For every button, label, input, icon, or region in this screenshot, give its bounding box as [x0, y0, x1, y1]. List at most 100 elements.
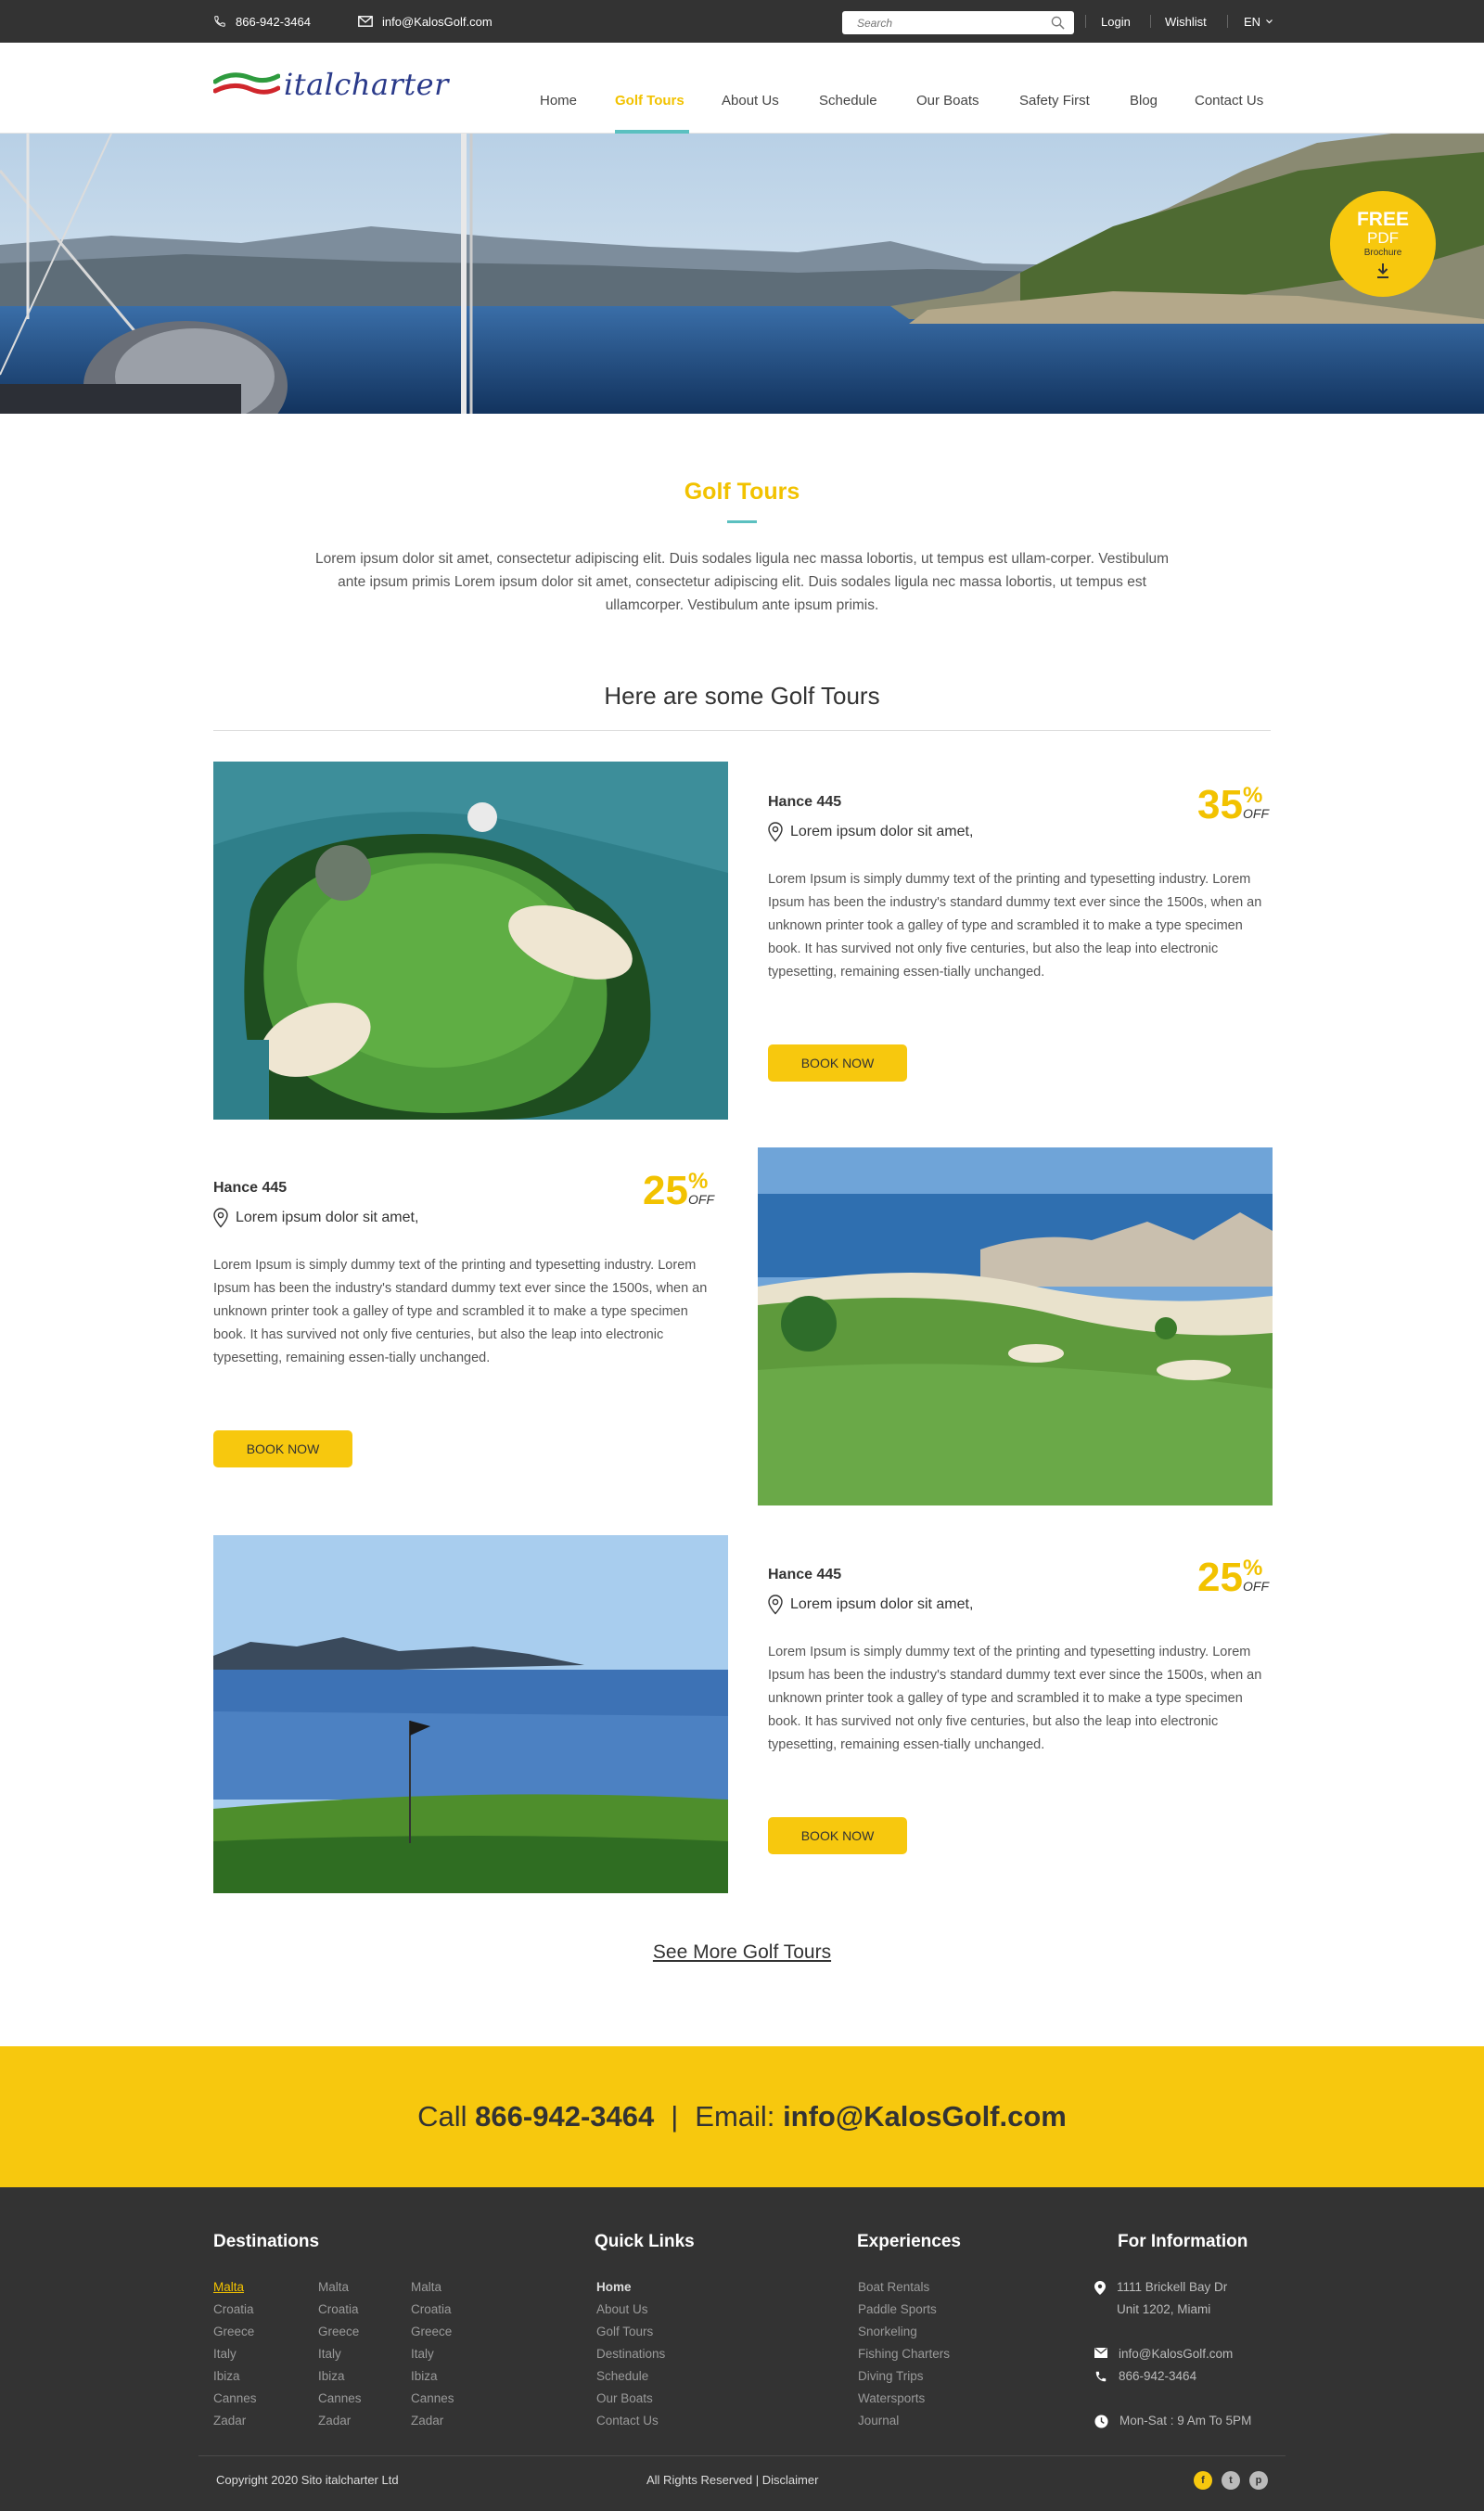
callband-separator: | — [671, 2100, 679, 2133]
book-now-button[interactable]: BOOK NOW — [768, 1817, 907, 1854]
download-icon — [1377, 263, 1388, 278]
chevron-down-icon — [1266, 19, 1273, 23]
nav-blog[interactable]: Blog — [1130, 93, 1158, 109]
destination-link[interactable]: Zadar — [318, 2410, 362, 2432]
destination-link[interactable]: Greece — [213, 2321, 257, 2343]
twitter-icon[interactable]: t — [1222, 2471, 1240, 2490]
language-select[interactable]: EN — [1244, 0, 1273, 43]
nav-golf-tours[interactable]: Golf Tours — [615, 93, 684, 109]
book-now-button[interactable]: BOOK NOW — [768, 1044, 907, 1082]
destination-link[interactable]: Malta — [213, 2276, 257, 2299]
tour-image-1[interactable] — [213, 762, 728, 1120]
wishlist-link[interactable]: Wishlist — [1165, 0, 1207, 43]
experiences-list: Boat Rentals Paddle Sports Snorkeling Fi… — [858, 2276, 950, 2432]
nav-schedule[interactable]: Schedule — [819, 93, 877, 109]
brochure-label: Brochure — [1363, 247, 1402, 258]
topbar-email[interactable]: info@KalosGolf.com — [358, 0, 493, 43]
experience-link[interactable]: Fishing Charters — [858, 2343, 950, 2365]
tour-description: Lorem Ipsum is simply dummy text of the … — [768, 1645, 1262, 1752]
destination-link[interactable]: Cannes — [318, 2388, 362, 2410]
address-line-2: Unit 1202, Miami — [1117, 2302, 1211, 2316]
nav-safety-first[interactable]: Safety First — [1019, 93, 1090, 109]
copyright-text: Copyright 2020 Sito italcharter Ltd — [216, 2473, 399, 2487]
nav-contact-us[interactable]: Contact Us — [1195, 93, 1263, 109]
hero-banner: FREE PDF Brochure — [0, 134, 1484, 414]
search-input[interactable] — [857, 16, 1051, 30]
callband-email[interactable]: info@KalosGolf.com — [783, 2100, 1067, 2133]
free-brochure-badge[interactable]: FREE PDF Brochure — [1330, 191, 1436, 297]
golf-course-coast-image — [758, 1147, 1273, 1505]
experience-link[interactable]: Paddle Sports — [858, 2299, 950, 2321]
quick-link[interactable]: About Us — [596, 2299, 665, 2321]
destination-link[interactable]: Malta — [318, 2276, 362, 2299]
see-more-link[interactable]: See More Golf Tours — [653, 1941, 831, 1963]
destination-link[interactable]: Italy — [318, 2343, 362, 2365]
location-icon — [1094, 2281, 1106, 2295]
experience-link[interactable]: Diving Trips — [858, 2365, 950, 2388]
destination-link[interactable]: Greece — [318, 2321, 362, 2343]
experience-link[interactable]: Snorkeling — [858, 2321, 950, 2343]
tour-description: Lorem Ipsum is simply dummy text of the … — [768, 872, 1262, 980]
nav-our-boats[interactable]: Our Boats — [916, 93, 979, 109]
hero-image — [0, 134, 1484, 414]
experience-link[interactable]: Watersports — [858, 2388, 950, 2410]
topbar-phone[interactable]: 866-942-3464 — [213, 0, 311, 43]
mail-icon — [358, 16, 373, 27]
tours-heading: Here are some Golf Tours — [604, 682, 880, 710]
quick-link[interactable]: Destinations — [596, 2343, 665, 2365]
discount-value: 35 — [1197, 782, 1243, 827]
quick-link[interactable]: Schedule — [596, 2365, 665, 2388]
call-phone[interactable]: 866-942-3464 — [475, 2100, 654, 2133]
discount-percent: % — [1243, 783, 1263, 808]
footer-divider — [198, 2455, 1286, 2456]
destination-link[interactable]: Zadar — [411, 2410, 454, 2432]
footer-email[interactable]: info@KalosGolf.com — [1119, 2343, 1233, 2365]
destination-link[interactable]: Cannes — [213, 2388, 257, 2410]
footer-experiences-title: Experiences — [857, 2232, 961, 2251]
logo[interactable]: italcharter — [213, 67, 449, 102]
facebook-icon[interactable]: f — [1194, 2471, 1212, 2490]
quick-link[interactable]: Home — [596, 2276, 665, 2299]
topbar-email-text: info@KalosGolf.com — [382, 14, 493, 29]
destination-link[interactable]: Malta — [411, 2276, 454, 2299]
destination-link[interactable]: Ibiza — [213, 2365, 257, 2388]
tour-image-3[interactable] — [213, 1535, 728, 1893]
language-label: EN — [1244, 14, 1261, 29]
map-pin-icon — [768, 822, 783, 842]
destination-link[interactable]: Croatia — [213, 2299, 257, 2321]
golf-green-island-image — [213, 762, 728, 1120]
experience-link[interactable]: Journal — [858, 2410, 950, 2432]
pinterest-icon[interactable]: p — [1249, 2471, 1268, 2490]
destination-link[interactable]: Greece — [411, 2321, 454, 2343]
search-icon[interactable] — [1051, 16, 1065, 30]
book-now-button[interactable]: BOOK NOW — [213, 1430, 352, 1467]
destination-link[interactable]: Ibiza — [318, 2365, 362, 2388]
destinations-list-3: Malta Croatia Greece Italy Ibiza Cannes … — [411, 2276, 454, 2432]
destination-link[interactable]: Cannes — [411, 2388, 454, 2410]
tour-name: Hance 445 — [768, 794, 842, 810]
destination-link[interactable]: Croatia — [411, 2299, 454, 2321]
quick-link[interactable]: Golf Tours — [596, 2321, 665, 2343]
nav-about-us[interactable]: About Us — [722, 93, 779, 109]
tour-description: Lorem Ipsum is simply dummy text of the … — [213, 1258, 708, 1365]
footer-phone[interactable]: 866-942-3464 — [1119, 2365, 1196, 2388]
golf-flag-sea-image — [213, 1535, 728, 1893]
nav-home[interactable]: Home — [540, 93, 577, 109]
destination-link[interactable]: Ibiza — [411, 2365, 454, 2388]
map-pin-icon — [768, 1595, 783, 1615]
rights-disclaimer-link[interactable]: All Rights Reserved | Disclaimer — [646, 2473, 818, 2487]
experience-link[interactable]: Boat Rentals — [858, 2276, 950, 2299]
map-pin-icon — [213, 1208, 228, 1228]
discount-off-label: OFF — [1243, 1579, 1269, 1594]
quick-link[interactable]: Our Boats — [596, 2388, 665, 2410]
login-link[interactable]: Login — [1101, 0, 1131, 43]
logo-text: italcharter — [284, 67, 449, 102]
destination-link[interactable]: Italy — [411, 2343, 454, 2365]
quick-link[interactable]: Contact Us — [596, 2410, 665, 2432]
destinations-list-1: Malta Croatia Greece Italy Ibiza Cannes … — [213, 2276, 257, 2432]
destination-link[interactable]: Zadar — [213, 2410, 257, 2432]
destination-link[interactable]: Croatia — [318, 2299, 362, 2321]
footer-info-title: For Information — [1118, 2232, 1248, 2251]
destination-link[interactable]: Italy — [213, 2343, 257, 2365]
tour-image-2[interactable] — [758, 1147, 1273, 1505]
